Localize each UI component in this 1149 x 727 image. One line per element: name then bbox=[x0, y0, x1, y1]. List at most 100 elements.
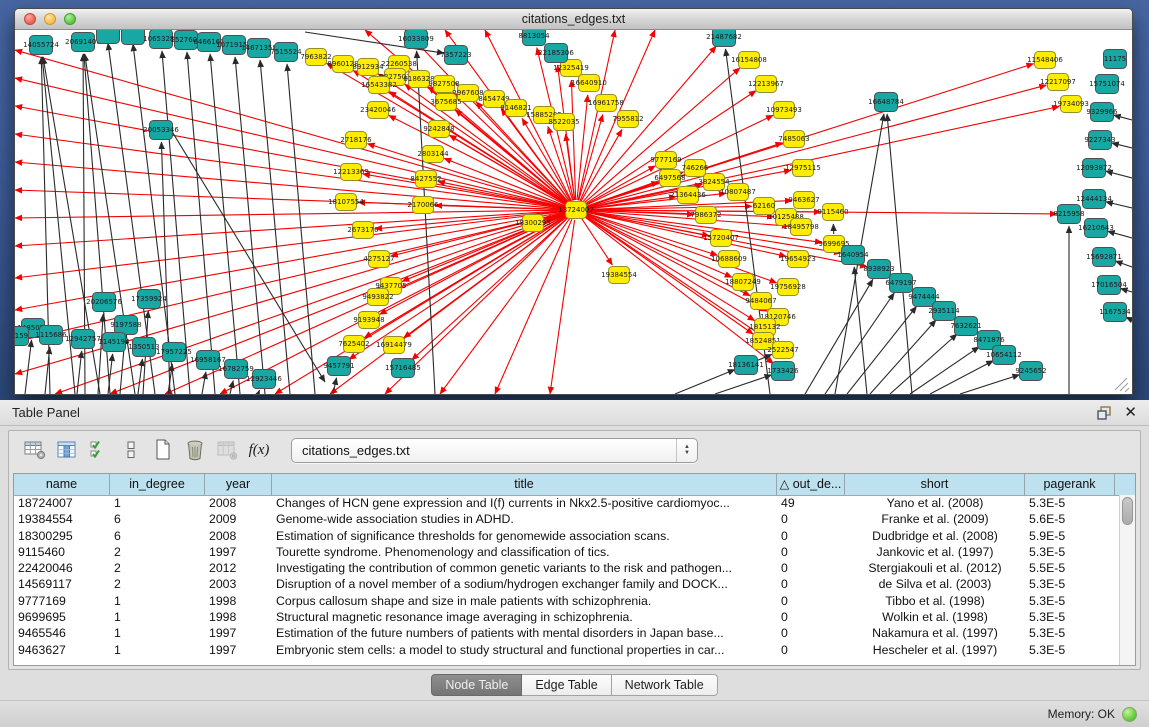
graph-node-label: 9777169 bbox=[650, 156, 681, 164]
graph-node-label: 16958167 bbox=[190, 356, 226, 364]
tab-node-table[interactable]: Node Table bbox=[431, 674, 522, 696]
graph-node-label: 8938923 bbox=[863, 265, 894, 273]
dropdown-stepper-icon: ▲▼ bbox=[676, 439, 697, 462]
graph-node[interactable] bbox=[122, 30, 145, 45]
function-builder-icon[interactable]: f(x) bbox=[243, 437, 275, 463]
table-row[interactable]: 1830029562008Estimation of significance … bbox=[14, 528, 1120, 544]
select-rows-icon[interactable] bbox=[83, 437, 115, 463]
citation-edge-black[interactable] bbox=[1115, 261, 1132, 267]
citation-edge-red[interactable] bbox=[15, 134, 566, 209]
row-height-icon[interactable] bbox=[115, 437, 147, 463]
table-vertical-scrollbar[interactable] bbox=[1119, 495, 1135, 665]
citation-edge-red[interactable] bbox=[330, 216, 568, 394]
citation-edge-black[interactable] bbox=[235, 57, 265, 394]
citation-edge-red[interactable] bbox=[15, 162, 566, 209]
citation-edge-red[interactable] bbox=[55, 213, 567, 394]
citation-edge-black[interactable] bbox=[960, 375, 1020, 394]
memory-status-led-icon[interactable] bbox=[1122, 707, 1137, 722]
tab-network-table[interactable]: Network Table bbox=[612, 674, 718, 696]
citation-edge-black[interactable] bbox=[805, 279, 873, 394]
citation-edge-black[interactable] bbox=[25, 340, 32, 394]
citation-edge-black[interactable] bbox=[1120, 288, 1132, 292]
table-row[interactable]: 911546021997Tourette syndrome. Phenomeno… bbox=[14, 544, 1120, 560]
cell-short: Jankovic et al. (1997) bbox=[845, 544, 1025, 560]
table-panel: Table Panel ✕ bbox=[0, 400, 1149, 727]
column-header-out_de[interactable]: △ out_de... bbox=[777, 474, 845, 495]
graph-node-label: 16914479 bbox=[376, 341, 412, 349]
citation-edge-red[interactable] bbox=[367, 144, 566, 207]
delete-table-icon[interactable] bbox=[179, 437, 211, 463]
table-selector-dropdown[interactable]: citations_edges.txt ▲▼ bbox=[291, 438, 698, 463]
citation-edge-red[interactable] bbox=[577, 95, 588, 200]
column-header-in_degree[interactable]: in_degree bbox=[110, 474, 205, 495]
column-header-pagerank[interactable]: pagerank bbox=[1025, 474, 1115, 495]
close-panel-icon[interactable]: ✕ bbox=[1124, 405, 1137, 420]
table-row[interactable]: 977716911998Corpus callosum shape and si… bbox=[14, 593, 1120, 609]
column-header-short[interactable]: short bbox=[845, 474, 1025, 495]
citation-edge-red[interactable] bbox=[550, 220, 575, 394]
table-settings-icon[interactable] bbox=[19, 437, 51, 463]
citation-edge-black[interactable] bbox=[1108, 231, 1132, 238]
citation-edge-black[interactable] bbox=[260, 60, 290, 394]
window-titlebar[interactable]: citations_edges.txt bbox=[15, 9, 1132, 30]
float-panel-icon[interactable] bbox=[1097, 406, 1112, 420]
citation-edge-red[interactable] bbox=[583, 46, 717, 202]
citation-edge-black[interactable] bbox=[887, 114, 912, 394]
network-view-window[interactable]: citations_edges.txt 18724007183002951938… bbox=[14, 8, 1133, 395]
citation-edge-black[interactable] bbox=[98, 314, 103, 394]
cell-short: Franke et al. (2009) bbox=[845, 511, 1025, 527]
cell-in_degree: 1 bbox=[110, 625, 205, 641]
citation-edge-black[interactable] bbox=[287, 64, 315, 394]
table-row[interactable]: 2242004622012Investigating the contribut… bbox=[14, 560, 1120, 576]
graph-node-label: 9474444 bbox=[908, 293, 940, 301]
graph-node-label: 9329966 bbox=[1086, 108, 1118, 116]
graph-node-label: 12325419 bbox=[553, 64, 589, 72]
table-row[interactable]: 946554611997Estimation of the future num… bbox=[14, 625, 1120, 641]
cell-in_degree: 2 bbox=[110, 576, 205, 592]
new-table-icon[interactable] bbox=[147, 437, 179, 463]
citation-edge-black[interactable] bbox=[715, 375, 772, 394]
citation-edge-black[interactable] bbox=[202, 372, 206, 394]
citation-edge-black[interactable] bbox=[854, 267, 867, 394]
table-row[interactable]: 946362711997Embryonic stem cells: a mode… bbox=[14, 642, 1120, 658]
column-header-year[interactable]: year bbox=[205, 474, 272, 495]
citation-edge-black[interactable] bbox=[77, 351, 82, 394]
table-selector-value: citations_edges.txt bbox=[302, 443, 410, 458]
scrollbar-thumb[interactable] bbox=[1122, 497, 1133, 525]
zoom-window-button[interactable] bbox=[64, 13, 76, 25]
citation-edge-red[interactable] bbox=[15, 210, 566, 218]
graph-node-label: 10688609 bbox=[711, 255, 747, 263]
graph-node-label: 12923446 bbox=[246, 375, 282, 383]
table-row[interactable]: 1456911722003Disruption of a novel membe… bbox=[14, 576, 1120, 592]
citation-edge-black[interactable] bbox=[258, 390, 260, 394]
graph-node[interactable] bbox=[97, 30, 120, 44]
citation-edge-red[interactable] bbox=[586, 85, 1047, 207]
table-row[interactable]: 1872400712008Changes of HCN gene express… bbox=[14, 495, 1120, 511]
minimize-window-button[interactable] bbox=[44, 13, 56, 25]
graph-node-label: 2673170 bbox=[347, 226, 378, 234]
citation-edge-red[interactable] bbox=[412, 217, 569, 360]
table-row[interactable]: 969969511998Structural magnetic resonanc… bbox=[14, 609, 1120, 625]
citation-edge-red[interactable] bbox=[15, 211, 566, 278]
citation-edge-red[interactable] bbox=[275, 215, 567, 394]
graph-node-label: 18136141 bbox=[728, 361, 764, 369]
cell-out_de: 0 bbox=[777, 642, 845, 658]
citation-edge-black[interactable] bbox=[210, 54, 240, 394]
citation-edge-black[interactable] bbox=[930, 361, 993, 394]
column-header-name[interactable]: name bbox=[14, 474, 110, 495]
cell-pagerank: 5.9E-5 bbox=[1025, 528, 1115, 544]
cell-pagerank: 5.3E-5 bbox=[1025, 625, 1115, 641]
import-table-icon[interactable] bbox=[211, 437, 243, 463]
graph-node-label: 7625402 bbox=[338, 340, 369, 348]
column-header-title[interactable]: title bbox=[272, 474, 777, 495]
network-canvas[interactable]: 1872400718300295193845549777169746266649… bbox=[15, 30, 1132, 394]
tab-edge-table[interactable]: Edge Table bbox=[522, 674, 611, 696]
citation-edge-black[interactable] bbox=[1106, 171, 1132, 178]
column-select-icon[interactable] bbox=[51, 437, 83, 463]
graph-node-label: 11548406 bbox=[1027, 56, 1063, 64]
table-row[interactable]: 1938455462009Genome-wide association stu… bbox=[14, 511, 1120, 527]
citation-edge-black[interactable] bbox=[333, 378, 336, 394]
close-window-button[interactable] bbox=[24, 13, 36, 25]
resize-grip-icon[interactable] bbox=[1115, 378, 1129, 392]
citation-edge-red[interactable] bbox=[15, 50, 566, 207]
